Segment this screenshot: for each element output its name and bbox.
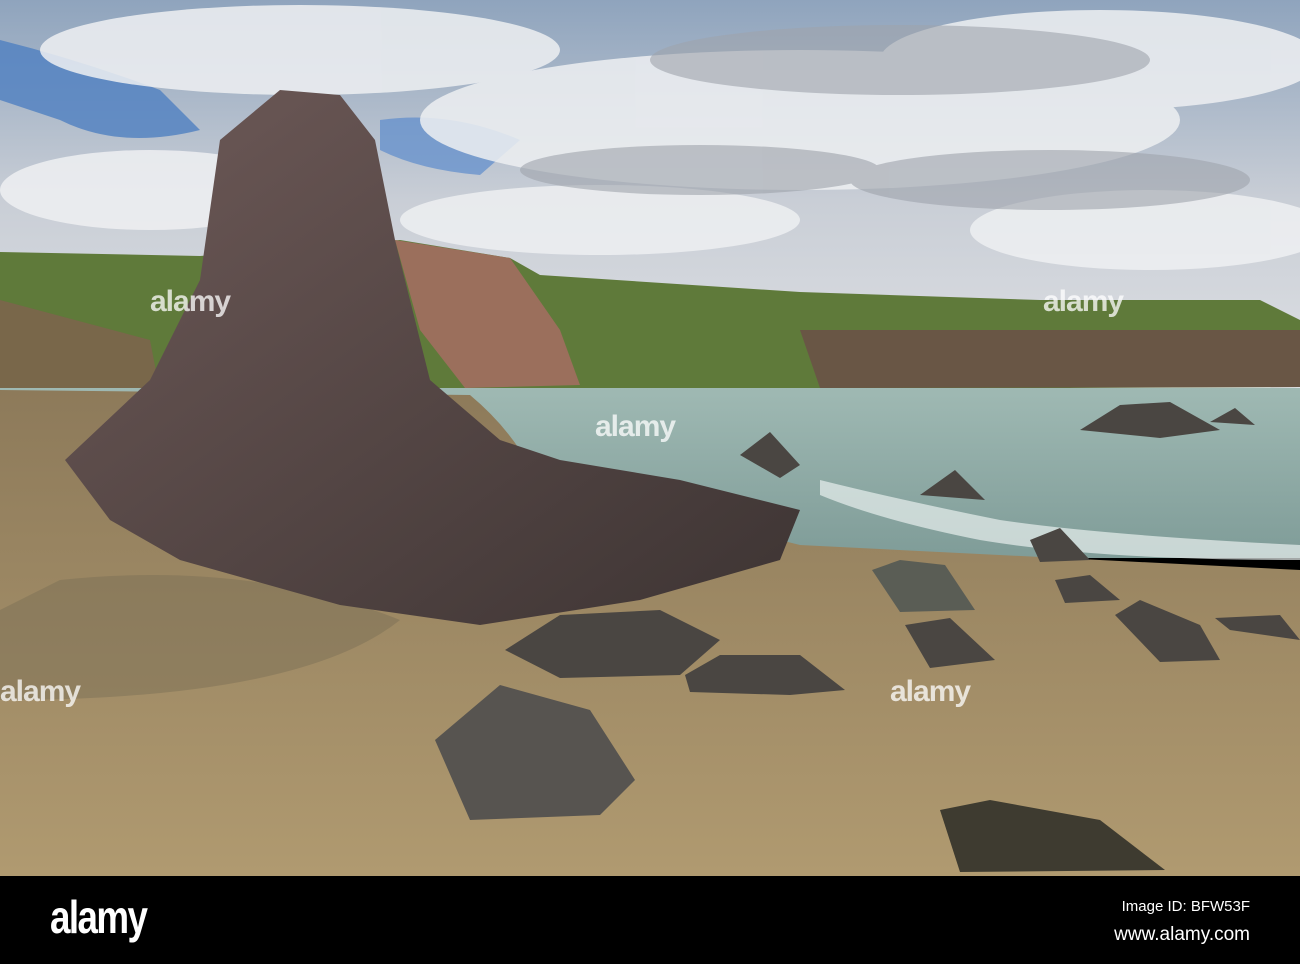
image-id: Image ID: BFW53F (1121, 898, 1250, 915)
alamy-logo: alamy (50, 891, 148, 943)
watermark: alamy (0, 675, 81, 708)
watermark: alamy (1043, 285, 1124, 318)
watermark: alamy (150, 285, 231, 318)
site-url: www.alamy.com (1114, 924, 1250, 945)
footer-bar: alamy Image ID: BFW53F www.alamy.com (0, 876, 1300, 964)
watermark: alamy (890, 675, 971, 708)
watermark: alamy (595, 410, 676, 443)
